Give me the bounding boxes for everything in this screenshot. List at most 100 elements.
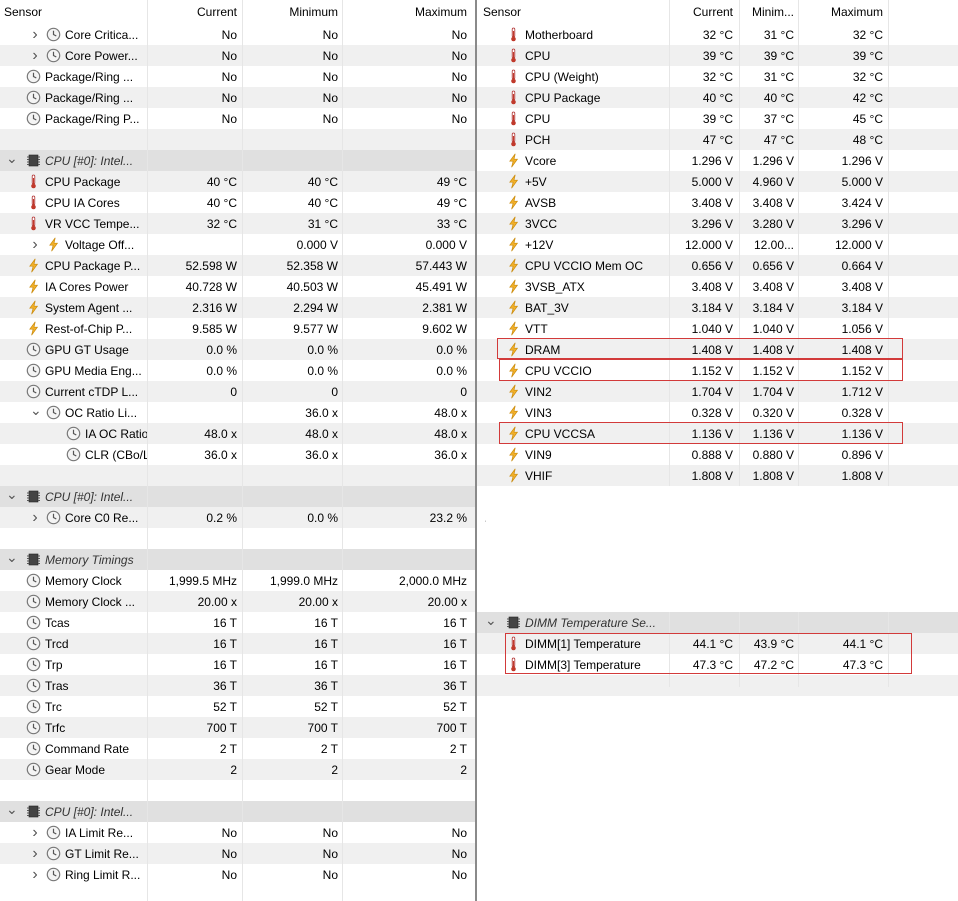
collapse-chevron-icon[interactable]: ⌄ [6, 549, 18, 566]
thermometer-icon [506, 90, 521, 105]
collapse-chevron-icon[interactable]: ⌄ [30, 402, 42, 419]
sensor-row[interactable]: VHIF 1.808 V 1.808 V 1.808 V [477, 465, 958, 486]
sensor-row[interactable]: VR VCC Tempe... 32 °C 31 °C 33 °C [0, 213, 475, 234]
expand-chevron-icon[interactable]: › [30, 26, 40, 44]
sensor-row[interactable]: AVSB 3.408 V 3.408 V 3.424 V [477, 192, 958, 213]
chip-icon [26, 804, 41, 819]
group-label: CPU [#0]: Intel... [45, 805, 134, 819]
sensor-group-row[interactable]: ⌄ Memory Timings [0, 549, 475, 570]
expand-chevron-icon[interactable]: › [30, 236, 40, 254]
current-value: 2.316 W [192, 301, 237, 315]
lightning-icon [506, 405, 521, 420]
sensor-row[interactable]: CPU Package P... 52.598 W 52.358 W 57.443 W [0, 255, 475, 276]
sensor-label: VTT [525, 322, 548, 336]
sensor-row[interactable]: GPU Media Eng... 0.0 % 0.0 % 0.0 % [0, 360, 475, 381]
expand-chevron-icon[interactable]: › [30, 866, 40, 884]
sensor-row[interactable]: CPU IA Cores 40 °C 40 °C 49 °C [0, 192, 475, 213]
sensor-row[interactable]: Trfc 700 T 700 T 700 T [0, 717, 475, 738]
right-sensor-panel: Sensor Current Minim... Maximum Motherbo… [477, 0, 958, 696]
sensor-row[interactable]: Memory Clock 1,999.5 MHz 1,999.0 MHz 2,000.… [0, 570, 475, 591]
sensor-row[interactable]: Current cTDP L... 0 0 0 [0, 381, 475, 402]
sensor-row[interactable]: Command Rate 2 T 2 T 2 T [0, 738, 475, 759]
sensor-label: GPU Media Eng... [45, 364, 142, 378]
current-column-header[interactable]: Current [670, 5, 733, 19]
column-separator [147, 0, 148, 901]
sensor-row[interactable]: 3VCC 3.296 V 3.280 V 3.296 V [477, 213, 958, 234]
sensor-row[interactable]: VIN3 0.328 V 0.320 V 0.328 V [477, 402, 958, 423]
sensor-row[interactable]: CPU (Weight) 32 °C 31 °C 32 °C [477, 66, 958, 87]
sensor-row[interactable]: PCH 47 °C 47 °C 48 °C [477, 129, 958, 150]
sensor-row[interactable]: CPU VCCIO Mem OC 0.656 V 0.656 V 0.664 V [477, 255, 958, 276]
sensor-row[interactable]: CPU 39 °C 37 °C 45 °C [477, 108, 958, 129]
sensor-column-header[interactable]: Sensor [483, 5, 521, 19]
sensor-row[interactable]: Tcas 16 T 16 T 16 T [0, 612, 475, 633]
sensor-group-row[interactable]: ⌄ CPU [#0]: Intel... [0, 801, 475, 822]
maximum-column-header[interactable]: Maximum [798, 5, 883, 19]
sensor-row[interactable]: Trc 52 T 52 T 52 T [0, 696, 475, 717]
sensor-label: IA Limit Re... [65, 826, 134, 840]
sensor-row[interactable]: › Ring Limit R... No No No [0, 864, 475, 885]
minimum-column-header[interactable]: Minimum [243, 5, 338, 19]
sensor-group-row[interactable]: ⌄ CPU [#0]: Intel... [0, 486, 475, 507]
expand-chevron-icon[interactable]: › [30, 509, 40, 527]
sensor-row[interactable]: Rest-of-Chip P... 9.585 W 9.577 W 9.602 W [0, 318, 475, 339]
sensor-row[interactable]: BAT_3V 3.184 V 3.184 V 3.184 V [477, 297, 958, 318]
sensor-row[interactable]: CLR (CBo/L... 36.0 x 36.0 x 36.0 x [0, 444, 475, 465]
sensor-row[interactable]: CPU 39 °C 39 °C 39 °C [477, 45, 958, 66]
sensor-column-header[interactable]: Sensor [4, 5, 42, 19]
expand-chevron-icon[interactable]: › [30, 845, 40, 863]
sensor-row[interactable]: VIN2 1.704 V 1.704 V 1.712 V [477, 381, 958, 402]
sensor-row[interactable]: +5V 5.000 V 4.960 V 5.000 V [477, 171, 958, 192]
sensor-row[interactable]: › IA Limit Re... No No No [0, 822, 475, 843]
expand-chevron-icon[interactable]: › [30, 824, 40, 842]
maximum-column-header[interactable]: Maximum [343, 5, 467, 19]
collapse-chevron-icon[interactable]: ⌄ [6, 801, 18, 818]
column-separator [798, 0, 799, 486]
sensor-row[interactable]: Vcore 1.296 V 1.296 V 1.296 V [477, 150, 958, 171]
collapse-chevron-icon[interactable]: ⌄ [6, 486, 18, 503]
expand-chevron-icon[interactable]: › [30, 47, 40, 65]
current-value: 16 T [213, 658, 237, 672]
sensor-row[interactable]: CPU Package 40 °C 40 °C 49 °C [0, 171, 475, 192]
minimum-column-header[interactable]: Minim... [739, 5, 794, 19]
sensor-row[interactable]: GPU GT Usage 0.0 % 0.0 % 0.0 % [0, 339, 475, 360]
sensor-row[interactable]: CPU Package 40 °C 40 °C 42 °C [477, 87, 958, 108]
current-value: 3.296 V [691, 217, 733, 231]
sensor-row[interactable]: VIN9 0.888 V 0.880 V 0.896 V [477, 444, 958, 465]
sensor-row[interactable]: › Voltage Off... 0.000 V 0.000 V [0, 234, 475, 255]
sensor-row[interactable]: ⌄ OC Ratio Li... 36.0 x 48.0 x [0, 402, 475, 423]
sensor-row[interactable]: VTT 1.040 V 1.040 V 1.056 V [477, 318, 958, 339]
sensor-row[interactable]: › Core Critica... No No No [0, 24, 475, 45]
sensor-group-row[interactable]: ⌄ CPU [#0]: Intel... [0, 150, 475, 171]
current-value: 40 °C [206, 196, 237, 210]
sensor-row[interactable]: Tras 36 T 36 T 36 T [0, 675, 475, 696]
minimum-value: 16 T [314, 658, 338, 672]
sensor-row[interactable]: IA OC Ratio... 48.0 x 48.0 x 48.0 x [0, 423, 475, 444]
sensor-row[interactable]: Package/Ring P... No No No [0, 108, 475, 129]
sensor-row[interactable]: System Agent ... 2.316 W 2.294 W 2.381 W [0, 297, 475, 318]
sensor-row[interactable]: +12V 12.000 V 12.00... 12.000 V [477, 234, 958, 255]
lightning-icon [26, 300, 41, 315]
sensor-row[interactable]: Package/Ring ... No No No [0, 66, 475, 87]
group-label: DIMM Temperature Se... [525, 616, 656, 630]
current-value: 3.408 V [691, 280, 733, 294]
sensor-row[interactable]: IA Cores Power 40.728 W 40.503 W 45.491 W [0, 276, 475, 297]
sensor-row[interactable]: Trcd 16 T 16 T 16 T [0, 633, 475, 654]
current-column-header[interactable]: Current [148, 5, 237, 19]
sensor-row[interactable]: › Core Power... No No No [0, 45, 475, 66]
sensor-row[interactable]: 3VSB_ATX 3.408 V 3.408 V 3.408 V [477, 276, 958, 297]
collapse-chevron-icon[interactable]: ⌄ [485, 612, 497, 629]
current-value: 40 °C [206, 175, 237, 189]
sensor-row[interactable]: Memory Clock ... 20.00 x 20.00 x 20.00 x [0, 591, 475, 612]
sensor-row[interactable]: › Core C0 Re... 0.2 % 0.0 % 23.2 % [0, 507, 475, 528]
sensor-row[interactable]: Trp 16 T 16 T 16 T [0, 654, 475, 675]
sensor-row[interactable]: Package/Ring ... No No No [0, 87, 475, 108]
sensor-group-row[interactable]: ⌄ DIMM Temperature Se... [477, 612, 958, 633]
collapse-chevron-icon[interactable]: ⌄ [6, 150, 18, 167]
minimum-value: 700 T [307, 721, 338, 735]
sensor-row[interactable]: Gear Mode 2 2 2 [0, 759, 475, 780]
current-value: 0.2 % [206, 511, 237, 525]
sensor-row[interactable]: › GT Limit Re... No No No [0, 843, 475, 864]
sensor-row[interactable]: Motherboard 32 °C 31 °C 32 °C [477, 24, 958, 45]
sensor-label: IA Cores Power [45, 280, 129, 294]
